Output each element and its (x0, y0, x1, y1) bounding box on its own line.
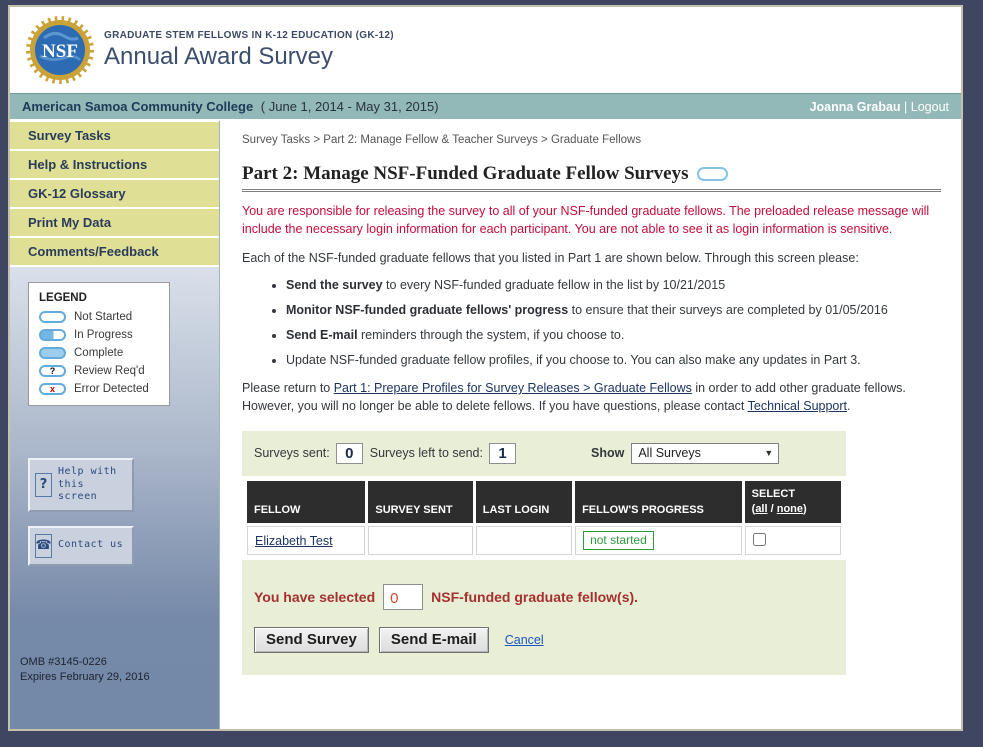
contact-us-button[interactable]: ☎ Contact us (28, 525, 134, 566)
legend-error-icon: x (39, 383, 66, 395)
app-title: Annual Award Survey (104, 42, 334, 70)
omb-expiry: Expires February 29, 2016 (20, 671, 150, 684)
legend-review-icon: ? (39, 365, 66, 377)
status-pill-not-started-icon (697, 167, 729, 181)
page-title: Part 2: Manage NSF-Funded Graduate Fello… (242, 163, 689, 184)
return-text: . (847, 399, 851, 413)
omb-notice: OMB #3145-0226 Expires February 29, 2016 (20, 655, 219, 685)
send-survey-button[interactable]: Send Survey (254, 627, 369, 654)
surveys-sent-label: Surveys sent: (254, 446, 330, 461)
org-info: American Samoa Community College ( June … (22, 99, 439, 114)
status-badge: not started (583, 531, 654, 551)
task-item: Monitor NSF-funded graduate fellows' pro… (286, 302, 941, 320)
col-header-survey-sent: SURVEY SENT (368, 480, 473, 524)
surveys-left-label: Surveys left to send: (369, 446, 483, 461)
user-separator: | (900, 99, 911, 114)
select-cell (744, 526, 841, 556)
svg-text:NSF: NSF (42, 41, 78, 62)
legend-label-complete: Complete (74, 347, 124, 359)
col-header-progress: FELLOW'S PROGRESS (575, 480, 742, 524)
org-bar: American Samoa Community College ( June … (10, 93, 961, 121)
sidebar-item-survey-tasks[interactable]: Survey Tasks (10, 122, 219, 151)
omb-number: OMB #3145-0226 (20, 656, 107, 669)
help-button-label: Help with this screen (58, 466, 117, 502)
show-label: Show (591, 446, 625, 461)
logout-link[interactable]: Logout (911, 100, 949, 114)
help-with-screen-button[interactable]: ? Help with this screen (28, 458, 134, 512)
org-period: ( June 1, 2014 - May 31, 2015) (260, 99, 439, 114)
task-item: Send E-mail reminders through the system… (286, 327, 941, 345)
surveys-left-value: 1 (489, 442, 516, 464)
legend-label-error: Error Detected (74, 383, 149, 395)
sidebar-item-print-my-data[interactable]: Print My Data (10, 209, 219, 238)
select-all-link[interactable]: all (755, 503, 767, 515)
sidebar-item-help-instructions[interactable]: Help & Instructions (10, 151, 219, 180)
fellow-select-checkbox[interactable] (752, 532, 766, 546)
legend-in-progress-icon (39, 329, 66, 341)
legend-complete-icon (39, 347, 66, 359)
intro-paragraph: Each of the NSF-funded graduate fellows … (242, 250, 859, 265)
warning-paragraph: You are responsible for releasing the su… (242, 204, 930, 236)
legend-label-not-started: Not Started (74, 311, 133, 323)
sidebar-item-gk12-glossary[interactable]: GK-12 Glossary (10, 180, 219, 209)
org-name: American Samoa Community College (22, 99, 254, 114)
main-content: Survey Tasks > Part 2: Manage Fellow & T… (220, 121, 961, 729)
fellows-table: FELLOW SURVEY SENT LAST LOGIN FELLOW'S P… (244, 478, 844, 559)
col-header-last-login: LAST LOGIN (475, 480, 573, 524)
legend-not-started-icon (39, 311, 66, 323)
show-selected-value: All Surveys (638, 446, 701, 461)
col-header-fellow: FELLOW (247, 480, 366, 524)
table-row: Elizabeth Test not started (247, 526, 841, 556)
nsf-logo: NSF (26, 16, 94, 84)
selected-count-input[interactable] (383, 584, 424, 611)
task-item: Send the survey to every NSF-funded grad… (286, 277, 941, 295)
return-text: Please return to (242, 381, 334, 396)
legend-title: LEGEND (39, 292, 87, 304)
survey-panel: Surveys sent: 0 Surveys left to send: 1 … (242, 430, 846, 676)
question-icon: ? (35, 472, 52, 497)
phone-icon: ☎ (35, 533, 52, 558)
technical-support-link[interactable]: Technical Support (748, 399, 847, 413)
cancel-link[interactable]: Cancel (505, 633, 544, 647)
show-surveys-select[interactable]: All Surveys ▼ (631, 442, 780, 464)
col-header-select: SELECT (all / none) (744, 480, 841, 524)
program-name: GRADUATE STEM FELLOWS IN K-12 EDUCATION … (104, 29, 394, 41)
send-email-button[interactable]: Send E-mail (378, 627, 489, 654)
legend-box: LEGEND Not Started In Progress Complete … (28, 282, 170, 406)
fellows-table-wrap: FELLOW SURVEY SENT LAST LOGIN FELLOW'S P… (242, 475, 846, 561)
sidebar: Survey Tasks Help & Instructions GK-12 G… (10, 121, 220, 729)
return-paragraph: Please return to Part 1: Prepare Profile… (242, 380, 941, 416)
chevron-down-icon: ▼ (764, 448, 774, 459)
survey-sent-cell (368, 526, 473, 556)
application-window: NSF GRADUATE STEM FELLOWS IN K-12 EDUCAT… (8, 5, 963, 731)
legend-label-review: Review Req'd (74, 365, 145, 377)
progress-cell: not started (575, 526, 742, 556)
selected-count-after: NSF-funded graduate fellow(s). (431, 589, 639, 606)
user-name: Joanna Grabau (809, 99, 901, 114)
surveys-sent-value: 0 (335, 442, 363, 464)
task-item: Update NSF-funded graduate fellow profil… (286, 352, 941, 370)
task-list: Send the survey to every NSF-funded grad… (286, 277, 941, 369)
part1-link[interactable]: Part 1: Prepare Profiles for Survey Rele… (334, 381, 692, 395)
breadcrumb: Survey Tasks > Part 2: Manage Fellow & T… (242, 134, 642, 146)
last-login-cell (475, 526, 573, 556)
sidebar-item-comments-feedback[interactable]: Comments/Feedback (10, 238, 219, 267)
fellow-name-link[interactable]: Elizabeth Test (255, 534, 333, 548)
app-header: NSF GRADUATE STEM FELLOWS IN K-12 EDUCAT… (10, 7, 961, 93)
sidebar-menu: Survey Tasks Help & Instructions GK-12 G… (10, 121, 219, 267)
select-none-link[interactable]: none (777, 503, 803, 515)
legend-label-in-progress: In Progress (74, 329, 133, 341)
selected-count-before: You have selected (254, 589, 376, 606)
contact-button-label: Contact us (58, 539, 124, 551)
